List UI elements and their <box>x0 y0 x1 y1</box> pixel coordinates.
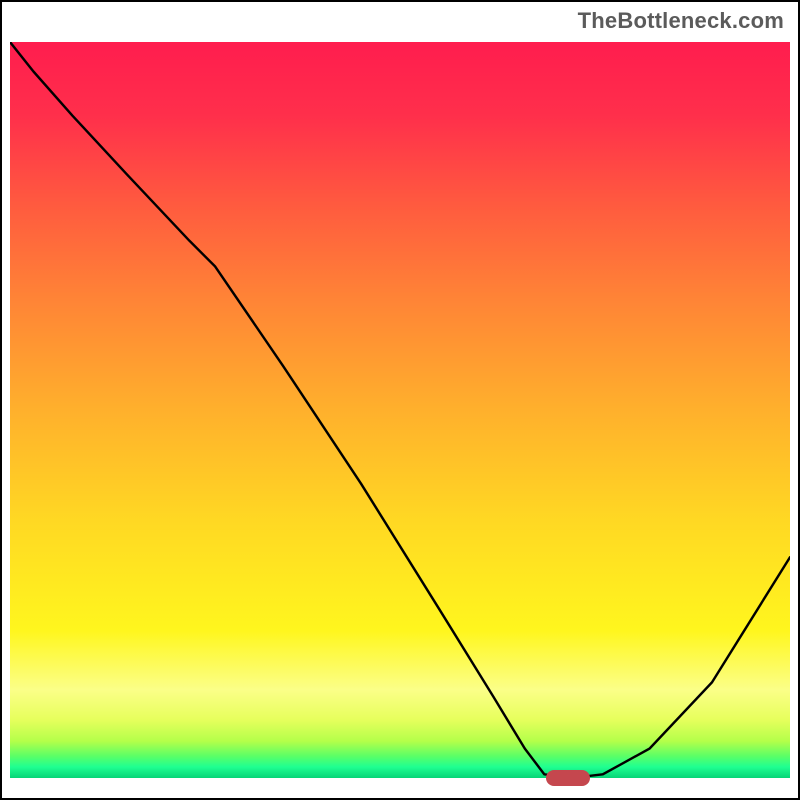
bottleneck-curve <box>10 42 790 778</box>
watermark-text: TheBottleneck.com <box>578 8 784 34</box>
chart-frame: TheBottleneck.com <box>0 0 800 800</box>
plot-area <box>10 42 790 778</box>
curve-line <box>10 42 790 778</box>
optimum-marker <box>546 770 590 786</box>
